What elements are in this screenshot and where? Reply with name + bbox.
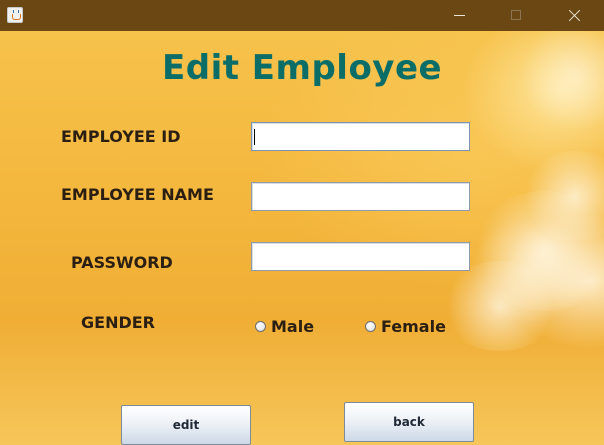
gender-radio-female[interactable]: Female [365, 317, 446, 336]
cloud-decoration [520, 31, 604, 131]
employee-id-label: EMPLOYEE ID [61, 127, 181, 146]
page-title: Edit Employee [162, 48, 443, 88]
close-icon[interactable] [551, 0, 597, 31]
gender-label: GENDER [81, 313, 155, 332]
gender-option-label: Female [381, 317, 446, 336]
edit-button[interactable]: edit [121, 405, 251, 445]
radio-button-icon[interactable] [255, 321, 266, 332]
password-field[interactable] [251, 242, 470, 271]
employee-name-field[interactable] [251, 182, 470, 211]
text-caret [254, 129, 255, 145]
employee-name-label: EMPLOYEE NAME [61, 185, 214, 204]
cloud-decoration [440, 261, 560, 351]
back-button[interactable]: back [344, 402, 474, 442]
employee-id-field[interactable] [251, 122, 470, 151]
java-coffee-icon [7, 7, 23, 23]
minimize-icon[interactable] [436, 0, 482, 31]
gender-option-label: Male [271, 317, 315, 336]
password-label: PASSWORD [71, 253, 173, 272]
form-panel: Edit Employee EMPLOYEE ID EMPLOYEE NAME … [0, 31, 604, 445]
radio-button-icon[interactable] [365, 321, 376, 332]
gender-radio-male[interactable]: Male [255, 317, 314, 336]
window-titlebar [0, 0, 604, 31]
maximize-icon[interactable] [493, 0, 539, 31]
